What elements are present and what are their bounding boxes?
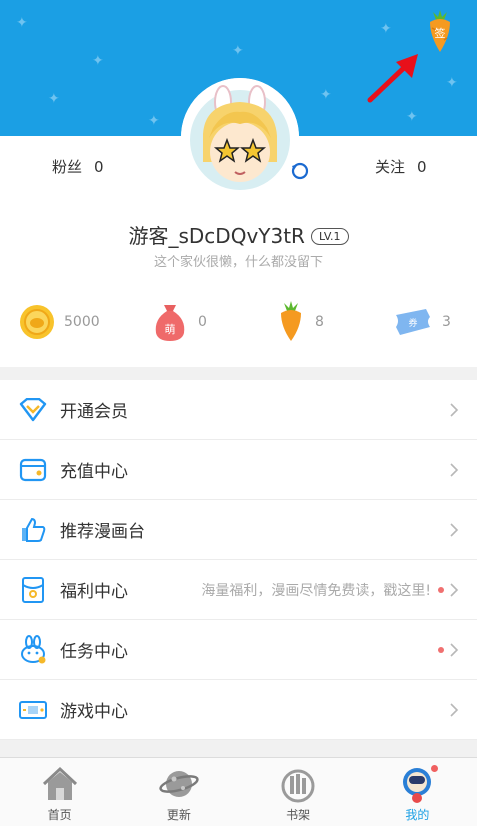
settings-menu: 开通会员 充值中心 推荐漫画台 福利中心 海量福利，漫画尽情免费读，戳这里! 任… (0, 380, 477, 740)
tab-label: 我的 (405, 808, 430, 822)
chevron-right-icon (450, 703, 459, 717)
menu-item-recharge[interactable]: 充值中心 (0, 440, 477, 500)
switch-avatar-icon[interactable] (287, 158, 313, 184)
sparkle-decoration: ✦ (148, 113, 160, 129)
menu-item-games[interactable]: 游戏中心 (0, 680, 477, 740)
menu-item-label: 推荐漫画台 (60, 522, 145, 542)
menu-item-tasks[interactable]: 任务中心 (0, 620, 477, 680)
carrot-stat[interactable]: 8 (275, 296, 324, 348)
annotation-arrow-icon (362, 50, 424, 106)
gamepad-icon (18, 695, 48, 725)
menu-item-welfare[interactable]: 福利中心 海量福利，漫画尽情免费读，戳这里! (0, 560, 477, 620)
carrot-value: 8 (315, 314, 324, 330)
notification-dot (438, 587, 444, 593)
tab-bookshelf[interactable]: 书架 (239, 758, 358, 826)
wallet-stats: 5000 萌 0 8 券 3 (0, 296, 477, 348)
username-row[interactable]: 游客_sDcDQvY3tR LV.1 (0, 220, 477, 249)
moe-bag-value: 0 (198, 314, 207, 330)
menu-item-vip[interactable]: 开通会员 (0, 380, 477, 440)
sparkle-decoration: ✦ (48, 91, 60, 107)
fans-label: 粉丝 (52, 158, 83, 176)
chevron-right-icon (450, 403, 459, 417)
follow-counter[interactable]: 关注 0 (375, 156, 427, 177)
notification-dot (438, 647, 444, 653)
sparkle-decoration: ✦ (320, 87, 332, 103)
carrot-icon (281, 301, 301, 341)
tab-label: 更新 (166, 808, 191, 822)
sparkle-decoration: ✦ (92, 53, 104, 69)
sparkle-decoration: ✦ (446, 75, 458, 91)
moe-bag-stat[interactable]: 萌 0 (150, 296, 207, 348)
money-bag-icon: 萌 (155, 305, 185, 341)
tab-label: 首页 (47, 808, 72, 822)
fans-counter[interactable]: 粉丝 0 (52, 156, 104, 177)
tab-updates[interactable]: 更新 (119, 758, 238, 826)
welfare-hint: 海量福利，漫画尽情免费读，戳这里! (201, 582, 431, 599)
fans-count: 0 (94, 158, 104, 176)
follow-count: 0 (417, 158, 427, 176)
chevron-right-icon (450, 583, 459, 597)
sparkle-decoration: ✦ (16, 15, 28, 31)
house-icon (42, 766, 77, 800)
bottom-tab-bar: 首页 更新 书架 我的 (0, 757, 477, 826)
menu-item-recommend[interactable]: 推荐漫画台 (0, 500, 477, 560)
coin-value: 5000 (64, 314, 100, 330)
level-badge: LV.1 (310, 228, 349, 245)
chevron-right-icon (450, 463, 459, 477)
chevron-right-icon (450, 643, 459, 657)
ticket-icon: 券 (396, 309, 430, 335)
gift-card-icon (18, 575, 48, 605)
follow-label: 关注 (375, 158, 406, 176)
menu-item-label: 游戏中心 (60, 702, 128, 722)
ticket-stat[interactable]: 券 3 (392, 296, 451, 348)
menu-item-label: 充值中心 (60, 462, 128, 482)
checkin-badge-text: 签 (435, 26, 446, 40)
bag-badge-text: 萌 (165, 322, 176, 336)
sparkle-decoration: ✦ (380, 21, 392, 37)
planet-icon (159, 771, 199, 797)
menu-item-label: 开通会员 (60, 402, 128, 422)
tab-label: 书架 (286, 808, 311, 822)
coin-stat[interactable]: 5000 (18, 296, 100, 348)
vip-diamond-icon (18, 395, 48, 425)
notification-dot (430, 765, 438, 772)
chevron-right-icon (450, 523, 459, 537)
bookshelf-icon (281, 769, 315, 803)
wallet-icon (18, 455, 48, 485)
coin-icon (20, 305, 54, 339)
user-bio: 这个家伙很懒，什么都没留下 (153, 255, 323, 270)
carrot-checkin-icon[interactable]: 签 (424, 10, 456, 54)
sparkle-decoration: ✦ (232, 43, 244, 59)
sparkle-decoration: ✦ (406, 109, 418, 125)
bunny-icon (18, 634, 48, 665)
tab-mine[interactable]: 我的 (358, 758, 477, 826)
avatar[interactable] (181, 78, 299, 196)
menu-item-label: 福利中心 (60, 582, 128, 602)
ticket-value: 3 (442, 314, 451, 330)
thumbs-up-icon (18, 515, 48, 545)
username: 游客_sDcDQvY3tR (128, 224, 305, 248)
menu-item-label: 任务中心 (60, 642, 128, 662)
tab-home[interactable]: 首页 (0, 758, 119, 826)
ticket-badge-text: 券 (408, 317, 417, 329)
